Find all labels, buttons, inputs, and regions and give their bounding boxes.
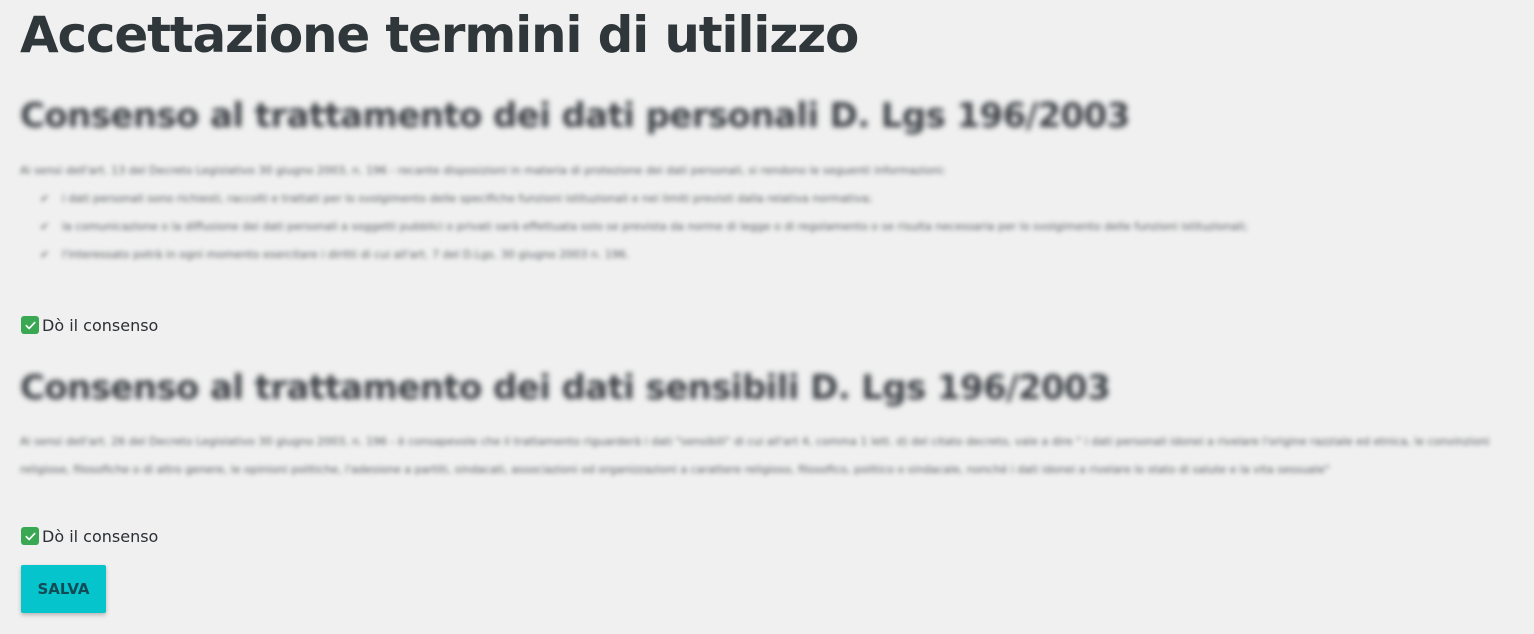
personal-data-intro: Ai sensi dell'art. 13 del Decreto Legisl… [20,164,946,177]
list-item: ✔ l'interessato potrà in ogni momento ese… [40,248,630,261]
personal-data-list: ✔ i dati personali sono richiesti, raccol… [20,185,1520,269]
check-icon [24,532,36,540]
check-icon [24,321,36,329]
consent-checkbox[interactable] [21,316,39,334]
list-item: ✔ la comunicazione o la diffusione dei da… [40,220,1248,233]
sensitive-data-text: Ai sensi dell'art. 26 del Decreto Legisl… [20,428,1510,484]
list-item: ✔ i dati personali sono richiesti, raccol… [40,192,873,205]
terms-acceptance-page: Accettazione termini di utilizzo Consens… [0,0,1534,634]
consent-checkbox[interactable] [21,527,39,545]
save-button[interactable]: SALVA [21,565,106,613]
sensitive-data-intro: Ai sensi dell'art. 26 del Decreto Legisl… [20,435,1490,476]
personal-data-heading: Consenso al trattamento dei dati persona… [20,96,1130,136]
sensitive-data-consent[interactable]: Dò il consenso [21,526,179,546]
personal-data-consent[interactable]: Dò il consenso [21,315,179,335]
consent-label[interactable]: Dò il consenso [42,316,158,335]
consent-label[interactable]: Dò il consenso [42,527,158,546]
page-title: Accettazione termini di utilizzo [20,6,859,64]
personal-data-text: Ai sensi dell'art. 13 del Decreto Legisl… [20,157,1520,269]
sensitive-data-heading: Consenso al trattamento dei dati sensibi… [20,368,1111,408]
